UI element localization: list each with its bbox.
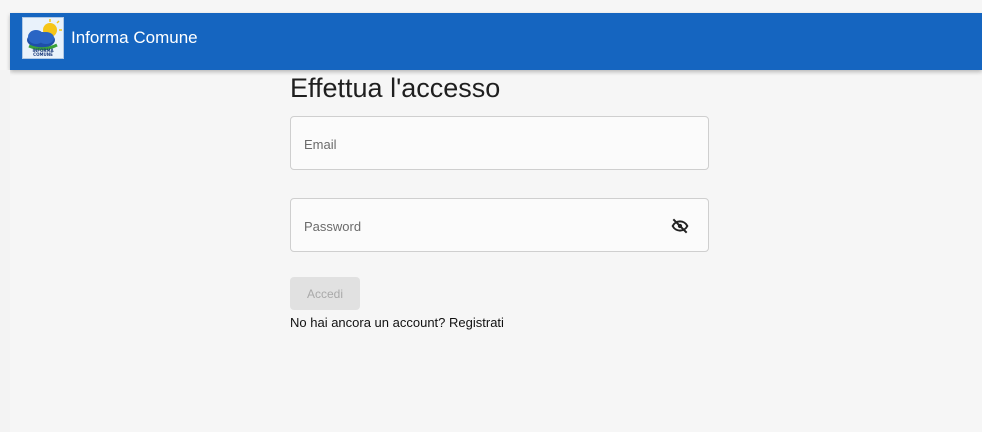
app-bar: INFORMA COMUNE Informa Comune: [10, 13, 982, 70]
password-field-container: [290, 198, 709, 253]
register-link[interactable]: Registrati: [449, 315, 504, 330]
password-field[interactable]: [302, 199, 666, 253]
page-title: Effettua l'accesso: [290, 73, 501, 103]
login-button[interactable]: Accedi: [290, 277, 360, 310]
email-field[interactable]: [302, 117, 666, 171]
email-field-container: [290, 116, 709, 171]
register-prompt: No hai ancora un account?: [290, 315, 446, 330]
app-logo[interactable]: INFORMA COMUNE: [22, 16, 64, 59]
top-strip: [0, 0, 982, 13]
app-title[interactable]: Informa Comune: [71, 28, 198, 48]
register-row: No hai ancora un account? Registrati: [290, 315, 504, 330]
left-edge: [0, 70, 10, 432]
logo-text: INFORMA COMUNE: [32, 47, 54, 57]
eye-off-icon[interactable]: [670, 216, 690, 236]
